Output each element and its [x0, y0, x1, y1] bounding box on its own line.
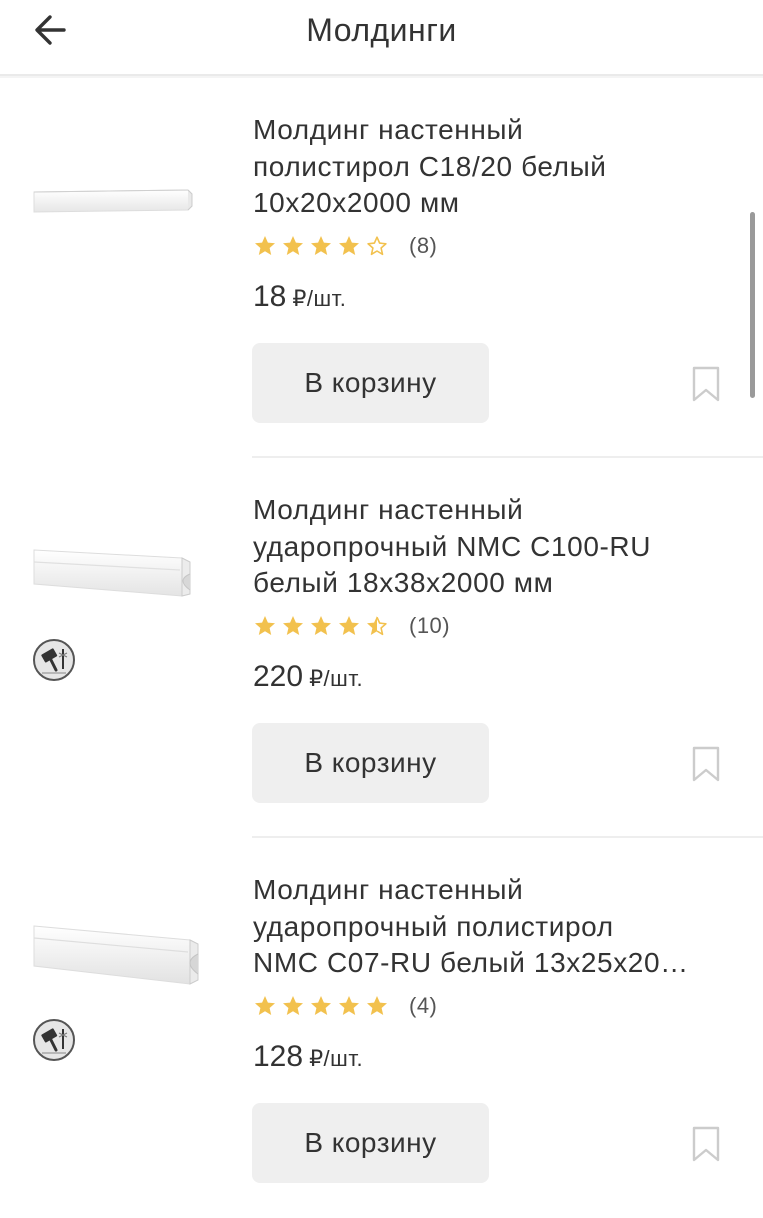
star-half-icon — [367, 616, 387, 636]
product-price: 220 ₽/шт. — [253, 660, 363, 694]
price-unit: ₽/шт. — [292, 286, 347, 311]
star-filled-icon — [311, 236, 331, 255]
impact-resistant-hammer-icon — [33, 639, 75, 681]
rating-stars — [253, 614, 389, 638]
star-filled-icon — [339, 616, 359, 635]
star-filled-icon — [255, 996, 275, 1015]
price-value: 220 — [253, 660, 304, 693]
top-app-bar: Молдинги — [0, 0, 763, 76]
product-title[interactable]: Молдинг настенный ударопрочный полистиро… — [253, 872, 733, 982]
price-value: 128 — [253, 1040, 304, 1073]
star-filled-icon — [255, 616, 275, 635]
product-rating: (10) — [253, 612, 450, 640]
product-card[interactable]: Молдинг настенный ударопрочный полистиро… — [0, 838, 763, 1218]
review-count[interactable]: (4) — [409, 993, 437, 1019]
product-image[interactable] — [30, 154, 210, 244]
product-price: 18 ₽/шт. — [253, 280, 346, 314]
star-filled-icon — [255, 236, 275, 255]
review-count[interactable]: (10) — [409, 613, 450, 639]
product-title[interactable]: Молдинг настенный полистирол С18/20 белы… — [253, 112, 733, 222]
star-filled-icon — [339, 996, 359, 1015]
price-unit: ₽/шт. — [309, 1046, 364, 1071]
star-filled-icon — [311, 616, 331, 635]
page-title: Молдинги — [306, 12, 457, 48]
product-price: 128 ₽/шт. — [253, 1040, 363, 1074]
product-list: Молдинг настенный полистирол С18/20 белы… — [0, 78, 763, 1218]
bookmark-icon[interactable] — [690, 746, 722, 782]
rating-stars — [253, 994, 389, 1018]
product-card[interactable]: Молдинг настенный ударопрочный NMC C100-… — [0, 458, 763, 838]
review-count[interactable]: (8) — [409, 233, 437, 259]
star-filled-icon — [367, 996, 387, 1015]
add-to-cart-button[interactable]: В корзину — [252, 723, 489, 803]
scrollbar[interactable] — [750, 212, 755, 398]
product-title[interactable]: Молдинг настенный ударопрочный NMC C100-… — [253, 492, 733, 602]
add-to-cart-button[interactable]: В корзину — [252, 343, 489, 423]
rating-stars — [253, 234, 389, 258]
product-image[interactable] — [30, 914, 210, 1004]
product-image[interactable] — [30, 534, 210, 624]
star-empty-icon — [367, 236, 387, 256]
product-rating: (4) — [253, 992, 437, 1020]
star-filled-icon — [311, 996, 331, 1015]
bookmark-icon[interactable] — [690, 366, 722, 402]
product-rating: (8) — [253, 232, 437, 260]
price-value: 18 — [253, 280, 287, 313]
impact-resistant-hammer-icon — [33, 1019, 75, 1061]
star-filled-icon — [283, 236, 303, 255]
product-card[interactable]: Молдинг настенный полистирол С18/20 белы… — [0, 78, 763, 458]
star-filled-icon — [283, 996, 303, 1015]
star-filled-icon — [339, 236, 359, 255]
star-filled-icon — [283, 616, 303, 635]
bookmark-icon[interactable] — [690, 1126, 722, 1162]
add-to-cart-button[interactable]: В корзину — [252, 1103, 489, 1183]
price-unit: ₽/шт. — [309, 666, 364, 691]
